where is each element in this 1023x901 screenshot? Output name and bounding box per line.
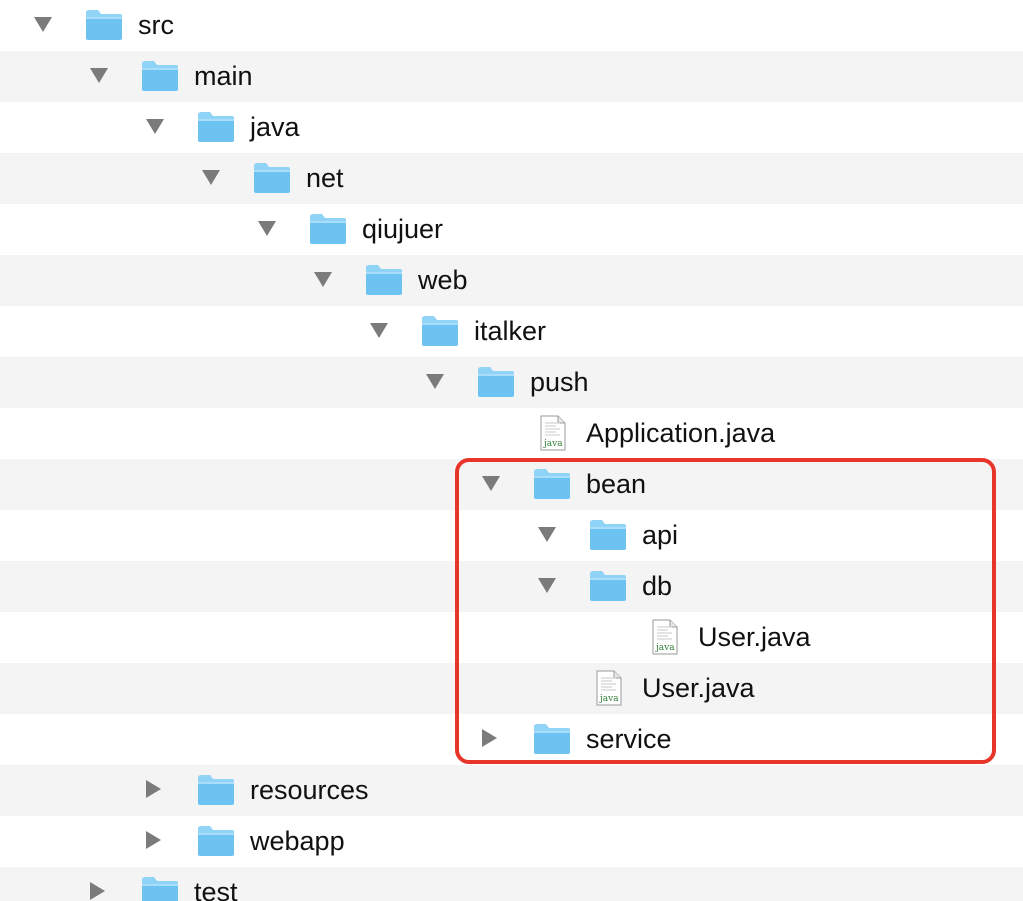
folder-icon <box>588 568 628 604</box>
tree-item-label: bean <box>586 469 647 499</box>
svg-text:java: java <box>543 439 563 449</box>
tree-item-label: java <box>250 112 300 142</box>
disclosure-triangle-open-icon[interactable] <box>202 170 220 185</box>
tree-row-folder[interactable]: bean <box>0 459 1023 510</box>
folder-icon <box>532 466 572 502</box>
tree-item-label: test <box>194 877 238 901</box>
svg-text:java: java <box>599 694 619 704</box>
tree-item-label: User.java <box>642 673 755 703</box>
tree-item-label: User.java <box>698 622 811 652</box>
tree-row-folder[interactable]: web <box>0 255 1023 306</box>
folder-icon <box>364 262 404 298</box>
java-file-icon: java <box>644 619 684 655</box>
file-tree: src main java net qiujuer web italker push java A… <box>0 0 1023 901</box>
tree-item-label: Application.java <box>586 418 776 448</box>
tree-row-folder[interactable]: webapp <box>0 816 1023 867</box>
disclosure-triangle-open-icon[interactable] <box>34 17 52 32</box>
disclosure-triangle-open-icon[interactable] <box>370 323 388 338</box>
java-file-icon: java <box>588 670 628 706</box>
disclosure-triangle-open-icon[interactable] <box>426 374 444 389</box>
tree-row-folder[interactable]: test <box>0 867 1023 901</box>
tree-item-label: webapp <box>250 826 345 856</box>
tree-item-label: service <box>586 724 672 754</box>
folder-icon <box>84 7 124 43</box>
tree-row-folder[interactable]: resources <box>0 765 1023 816</box>
tree-row-file[interactable]: java User.java <box>0 663 1023 714</box>
folder-icon <box>532 721 572 757</box>
folder-icon <box>140 874 180 901</box>
svg-text:java: java <box>655 643 675 653</box>
folder-icon <box>308 211 348 247</box>
folder-icon <box>196 823 236 859</box>
folder-icon <box>420 313 460 349</box>
tree-row-folder[interactable]: src <box>0 0 1023 51</box>
tree-row-folder[interactable]: api <box>0 510 1023 561</box>
folder-icon <box>140 58 180 94</box>
disclosure-triangle-open-icon[interactable] <box>538 578 556 593</box>
tree-row-folder[interactable]: service <box>0 714 1023 765</box>
tree-row-folder[interactable]: db <box>0 561 1023 612</box>
folder-icon <box>196 772 236 808</box>
folder-icon <box>588 517 628 553</box>
tree-item-label: db <box>642 571 673 601</box>
disclosure-triangle-open-icon[interactable] <box>146 119 164 134</box>
tree-row-file[interactable]: java User.java <box>0 612 1023 663</box>
java-file-icon: java <box>532 415 572 451</box>
disclosure-triangle-open-icon[interactable] <box>314 272 332 287</box>
tree-item-label: push <box>530 367 589 397</box>
tree-row-folder[interactable]: main <box>0 51 1023 102</box>
tree-item-label: api <box>642 520 679 550</box>
tree-row-file[interactable]: java Application.java <box>0 408 1023 459</box>
disclosure-triangle-open-icon[interactable] <box>538 527 556 542</box>
tree-item-label: italker <box>474 316 547 346</box>
tree-row-folder[interactable]: push <box>0 357 1023 408</box>
disclosure-triangle-closed-icon[interactable] <box>90 882 105 900</box>
disclosure-triangle-open-icon[interactable] <box>90 68 108 83</box>
folder-icon <box>196 109 236 145</box>
tree-item-label: main <box>194 61 253 91</box>
disclosure-triangle-closed-icon[interactable] <box>146 780 161 798</box>
folder-icon <box>252 160 292 196</box>
tree-row-folder[interactable]: italker <box>0 306 1023 357</box>
tree-item-label: web <box>418 265 468 295</box>
tree-item-label: resources <box>250 775 369 805</box>
disclosure-triangle-closed-icon[interactable] <box>482 729 497 747</box>
tree-row-folder[interactable]: net <box>0 153 1023 204</box>
disclosure-triangle-closed-icon[interactable] <box>146 831 161 849</box>
disclosure-triangle-open-icon[interactable] <box>482 476 500 491</box>
folder-icon <box>476 364 516 400</box>
tree-item-label: qiujuer <box>362 214 444 244</box>
disclosure-triangle-open-icon[interactable] <box>258 221 276 236</box>
tree-item-label: net <box>306 163 344 193</box>
tree-row-folder[interactable]: qiujuer <box>0 204 1023 255</box>
tree-item-label: src <box>138 10 174 40</box>
tree-row-folder[interactable]: java <box>0 102 1023 153</box>
